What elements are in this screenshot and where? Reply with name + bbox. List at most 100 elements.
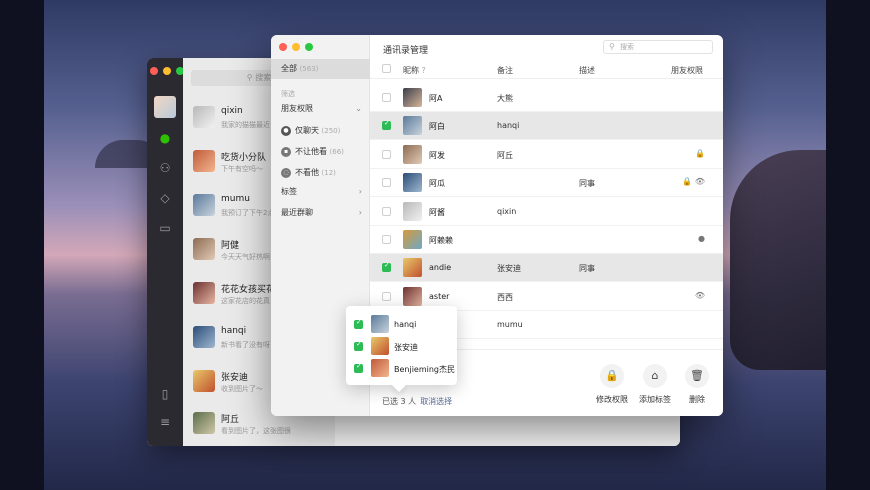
menu-icon[interactable]: ≡	[157, 414, 173, 430]
col-remark[interactable]: 备注	[497, 65, 513, 76]
table-row[interactable]: 阿A 大熊	[370, 84, 723, 113]
lock-icon: 🔒	[600, 364, 624, 388]
row-checkbox[interactable]	[354, 340, 363, 351]
table-row[interactable]: 阿白 hanqi	[370, 112, 723, 141]
row-checkbox[interactable]	[382, 93, 391, 102]
avatar	[403, 230, 422, 249]
folder-icon[interactable]: ▭	[157, 220, 173, 236]
filter-friend-permission[interactable]: 朋友权限 ⌄	[271, 99, 370, 119]
minimize-window-button[interactable]	[163, 67, 171, 75]
filter-recent-groups[interactable]: 最近群聊 ›	[271, 203, 370, 223]
avatar	[403, 202, 422, 221]
contact-name: 阿A	[429, 94, 443, 103]
contact-name: 阿瓜	[429, 179, 445, 188]
trash-icon: 🗑	[685, 364, 709, 388]
delete-button[interactable]: 🗑 删除	[674, 364, 720, 405]
filter-label: 不让他看	[295, 147, 327, 156]
edit-permission-button[interactable]: 🔒 修改权限	[589, 364, 635, 405]
phone-icon[interactable]: ▯	[157, 386, 173, 402]
avatar	[371, 315, 389, 333]
chat-icon[interactable]: ●	[157, 130, 173, 146]
side-nav: ● ⚇ ◇ ▭ ▯ ≡	[147, 58, 184, 446]
table-header: 昵称 ? 备注 描述 朋友权限	[370, 59, 723, 79]
filter-chat-only[interactable]: ● 仅聊天 (250)	[271, 121, 370, 141]
avatar	[403, 88, 422, 107]
avatar[interactable]	[154, 96, 176, 118]
selected-name: hanqi	[394, 320, 417, 329]
window-title: 通讯录管理	[383, 46, 429, 56]
permission-lock-eye-icon: 🔒 👁	[682, 177, 705, 186]
filter-hide-moments[interactable]: ▪ 不让他看 (66)	[271, 142, 370, 162]
selection-summary: 已选 3 人取消选择	[382, 396, 452, 407]
list-item[interactable]: 张安迪	[354, 336, 454, 356]
window-controls	[279, 43, 313, 51]
search-icon: ⚲	[609, 42, 615, 51]
contact-remark: 张安迪	[497, 264, 521, 273]
chat-name: 阿健	[221, 241, 240, 251]
col-description[interactable]: 描述	[579, 65, 595, 76]
row-checkbox[interactable]	[382, 119, 391, 130]
table-row[interactable]: 阿赖赖 ●	[370, 226, 723, 255]
avatar	[193, 194, 215, 216]
help-icon: ?	[421, 66, 426, 75]
chevron-down-icon: ⌄	[355, 104, 362, 113]
avatar	[193, 282, 215, 304]
zoom-window-button[interactable]	[305, 43, 313, 51]
filter-all[interactable]: 全部 (563)	[271, 59, 370, 79]
avatar	[193, 412, 215, 434]
avatar	[193, 370, 215, 392]
contacts-icon[interactable]: ⚇	[157, 160, 173, 176]
selected-count: 已选 3 人	[382, 397, 417, 406]
col-permission[interactable]: 朋友权限	[671, 65, 703, 76]
col-nickname[interactable]: 昵称 ?	[403, 65, 426, 76]
filter-block-moments[interactable]: ◌ 不看他 (12)	[271, 163, 370, 183]
filter-tags[interactable]: 标签 ›	[271, 182, 370, 202]
action-label: 修改权限	[596, 395, 628, 404]
chat-preview: 看到图片了，这张图很	[221, 427, 291, 435]
filter-count: (250)	[321, 127, 341, 135]
cube-icon[interactable]: ◇	[157, 190, 173, 206]
table-row[interactable]: 阿发 阿丘 🔒	[370, 141, 723, 170]
avatar	[403, 258, 422, 277]
chevron-right-icon: ›	[358, 187, 362, 196]
table-row[interactable]: 阿酱 qixin	[370, 198, 723, 227]
chat-search-placeholder: 搜索	[255, 73, 272, 82]
select-all-checkbox[interactable]	[382, 64, 391, 73]
avatar	[403, 287, 422, 306]
avatar	[403, 173, 422, 192]
cancel-selection-link[interactable]: 取消选择	[420, 397, 452, 406]
contact-name: aster	[429, 292, 450, 301]
action-label: 添加标签	[639, 395, 671, 404]
close-window-button[interactable]	[279, 43, 287, 51]
row-checkbox[interactable]	[382, 261, 391, 272]
row-checkbox[interactable]	[354, 362, 363, 373]
list-item[interactable]: Benjieming杰民	[354, 358, 455, 378]
row-checkbox[interactable]	[382, 178, 391, 187]
row-checkbox[interactable]	[382, 207, 391, 216]
list-item[interactable]: hanqi	[354, 314, 454, 334]
filter-all-count: (563)	[299, 65, 319, 73]
table-row[interactable]: 阿瓜 同事 🔒 👁	[370, 169, 723, 198]
chat-name: 张安迪	[221, 373, 249, 383]
chat-name: qixin	[221, 106, 243, 116]
row-checkbox[interactable]	[382, 292, 391, 301]
contact-name: 阿酱	[429, 208, 445, 217]
minimize-window-button[interactable]	[292, 43, 300, 51]
add-tag-button[interactable]: ⌂ 添加标签	[632, 364, 678, 405]
row-checkbox[interactable]	[382, 235, 391, 244]
selected-name: 张安迪	[394, 343, 418, 352]
close-window-button[interactable]	[150, 67, 158, 75]
selected-contacts-popover: hanqi 张安迪 Benjieming杰民	[346, 306, 457, 385]
contact-remark: 西西	[497, 293, 513, 302]
table-row[interactable]: andie 张安迪 同事	[370, 254, 723, 283]
avatar	[403, 116, 422, 135]
avatar	[403, 145, 422, 164]
col-nickname-label: 昵称	[403, 66, 419, 75]
row-checkbox[interactable]	[382, 150, 391, 159]
filter-count: (66)	[329, 148, 344, 156]
row-checkbox[interactable]	[354, 318, 363, 329]
contacts-search-input[interactable]: ⚲ 搜索	[603, 40, 713, 54]
permission-chat-only-icon: ●	[698, 234, 705, 243]
contact-remark: hanqi	[497, 121, 520, 130]
chat-name: mumu	[221, 194, 250, 204]
